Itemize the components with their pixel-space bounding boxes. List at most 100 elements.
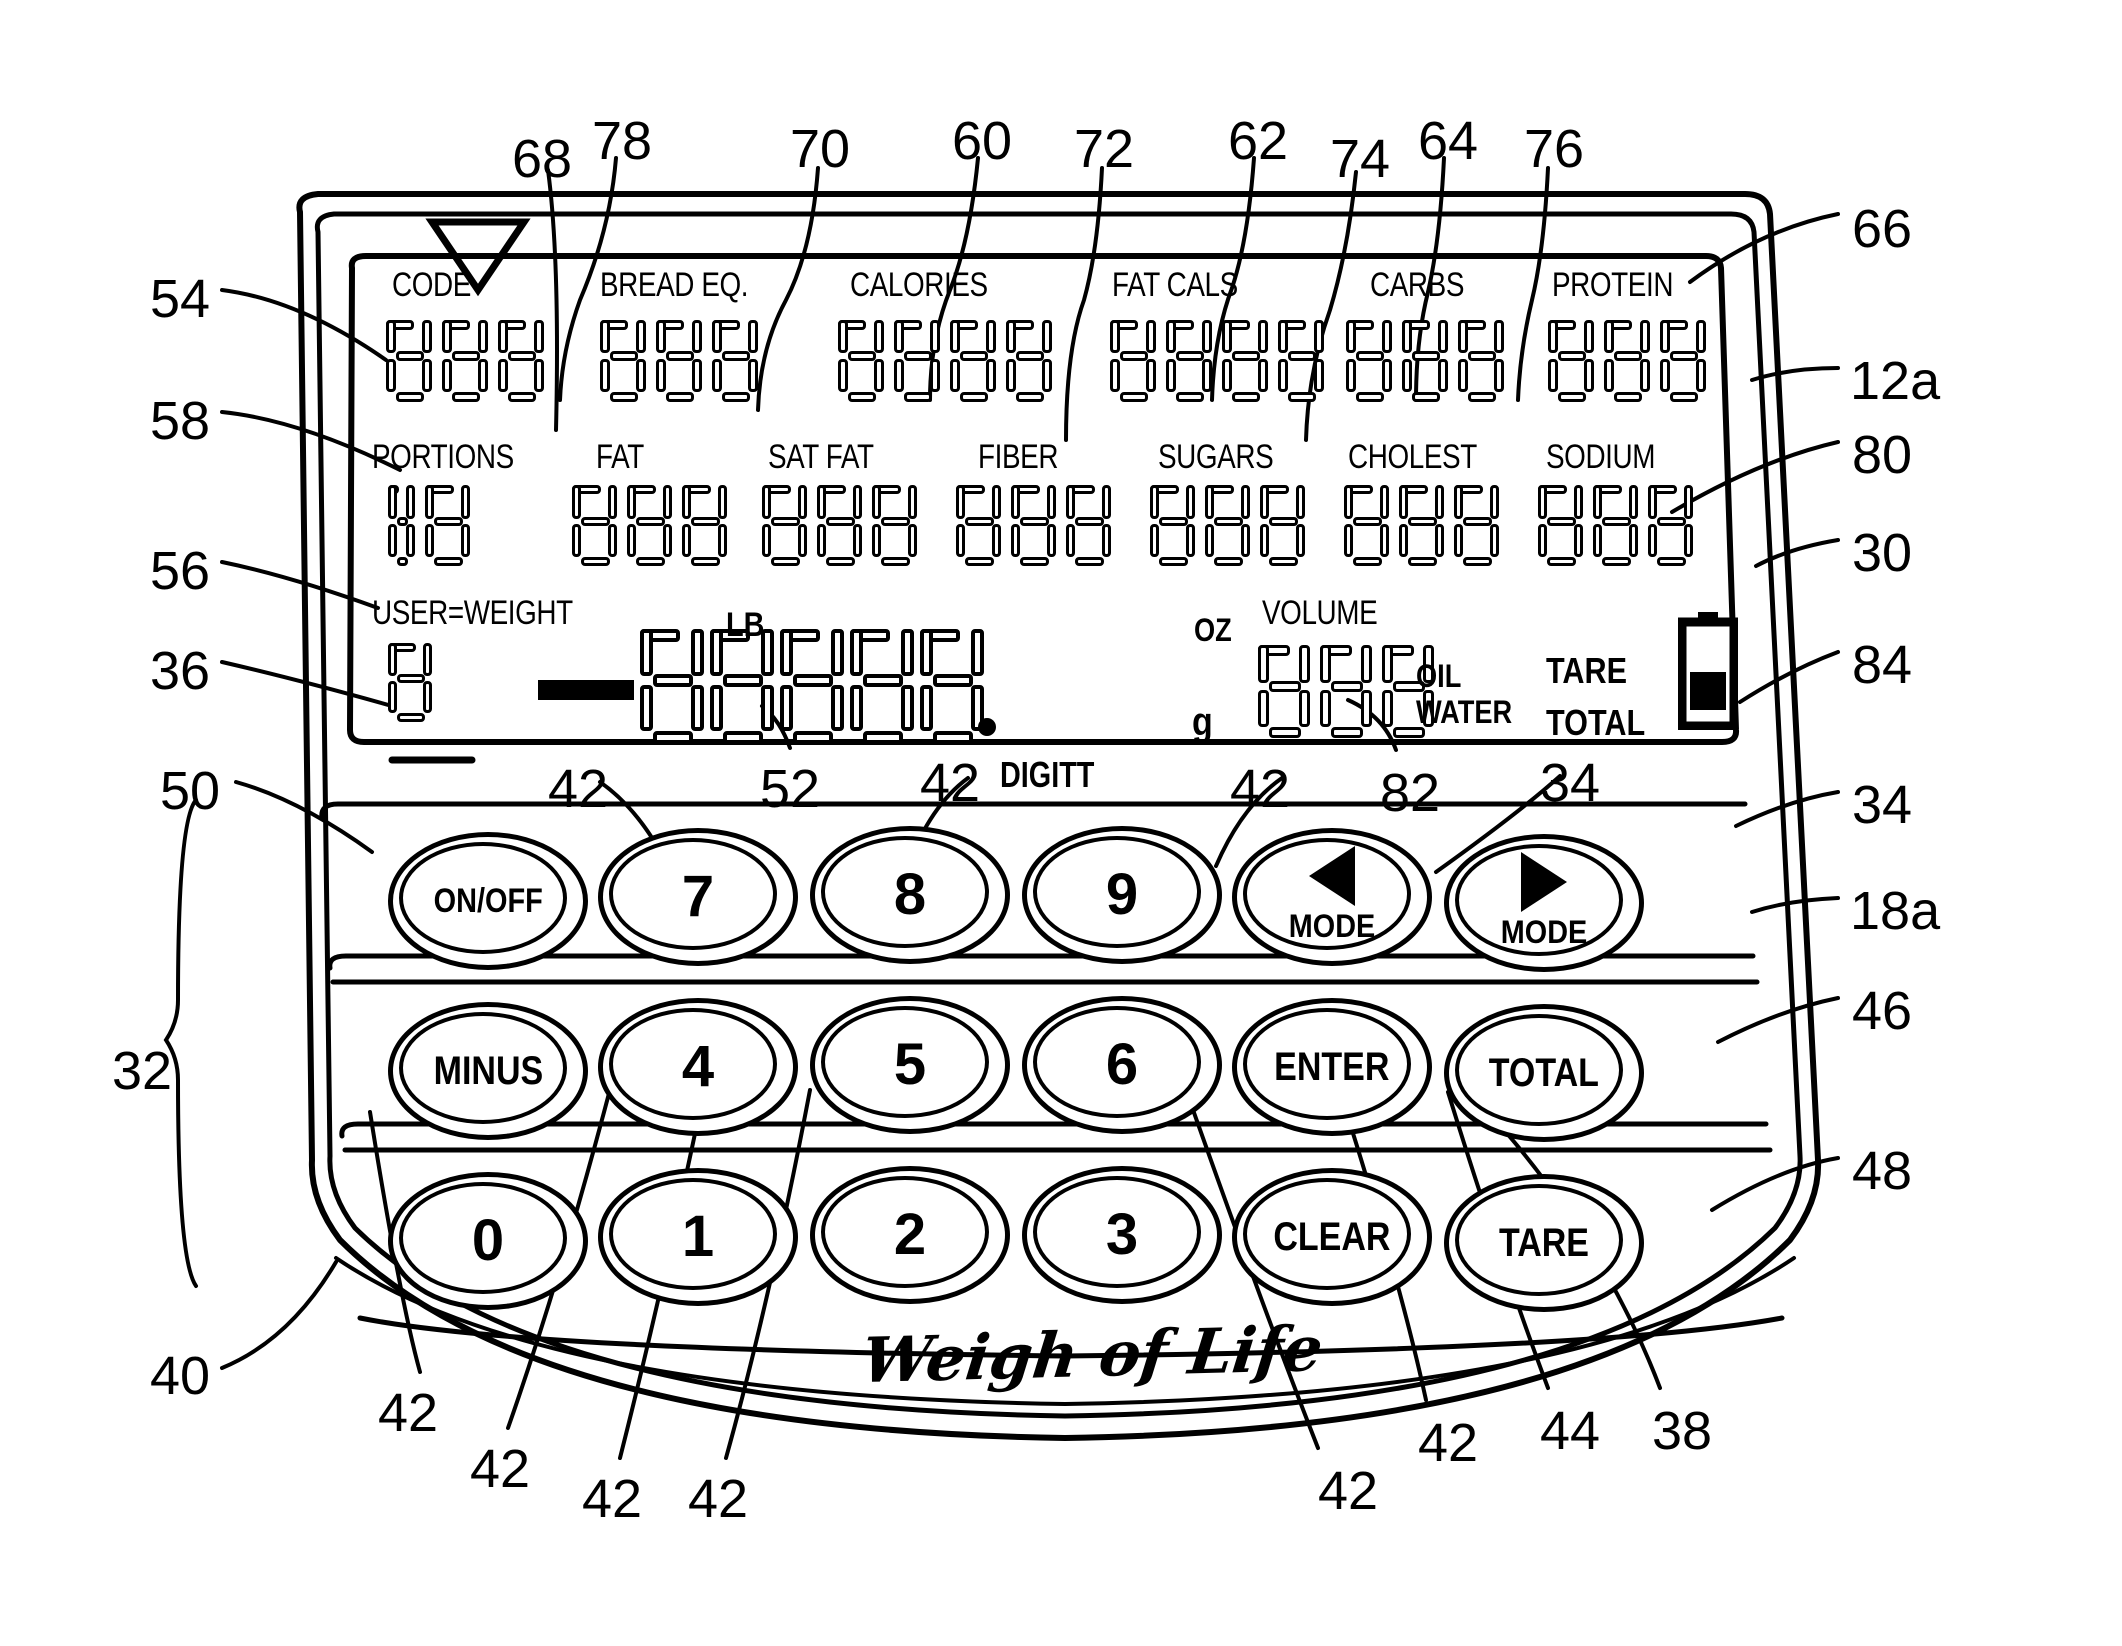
reference-numeral-42: 42 [1230, 759, 1291, 819]
reference-numeral-12a: 12a [1850, 351, 1941, 411]
reference-numeral-58: 58 [150, 391, 211, 451]
segment-e [1150, 524, 1159, 557]
segment-c [1629, 524, 1638, 557]
segment-f [1011, 485, 1020, 519]
segment-f [1258, 645, 1269, 683]
key-nine[interactable]: 9 [1022, 826, 1222, 964]
segment-c [1435, 524, 1444, 557]
segment-e [1258, 690, 1269, 727]
segment-e [1538, 524, 1547, 557]
key-five[interactable]: 5 [810, 996, 1010, 1134]
segment-e [386, 359, 396, 392]
segment-e [1382, 690, 1393, 727]
segment-d [1614, 392, 1642, 402]
seven-segment-digit [572, 476, 617, 566]
lcd-label-fat: FAT [596, 438, 644, 476]
seven-segment-digit [1110, 310, 1156, 402]
segment-d [771, 557, 800, 566]
key-two[interactable]: 2 [810, 1166, 1010, 1304]
segment-f [1399, 485, 1408, 519]
segment-d [1463, 557, 1492, 566]
segment-c [1314, 359, 1324, 392]
reference-numeral-68: 68 [512, 129, 573, 189]
segment-d [452, 392, 480, 402]
segment-e [600, 359, 610, 392]
segment-d [1331, 727, 1363, 738]
key-six[interactable]: 6 [1022, 996, 1222, 1134]
segment-b [831, 629, 844, 676]
seven-segment-digit [762, 476, 807, 566]
segment-g [848, 351, 876, 361]
segment-g [653, 674, 693, 687]
reference-numeral-44: 44 [1540, 1401, 1601, 1461]
key-clear[interactable]: CLEAR [1232, 1168, 1432, 1306]
segment-e [1399, 524, 1408, 557]
segment-b [423, 643, 432, 676]
key-tare[interactable]: TARE [1444, 1174, 1644, 1312]
segment-e [762, 524, 771, 557]
seven-segment-digit [1150, 476, 1195, 566]
key-label: 5 [893, 1032, 927, 1097]
seven-segment-digit [600, 310, 646, 402]
segment-g [1176, 351, 1204, 361]
segment-g [1614, 351, 1642, 361]
segment-c [636, 359, 646, 392]
segment-d [1558, 392, 1586, 402]
key-enter[interactable]: ENTER [1232, 998, 1432, 1136]
segment-c [423, 681, 432, 713]
segment-g [722, 351, 750, 361]
key-total[interactable]: TOTAL [1444, 1004, 1644, 1142]
seven-segment-digit [817, 476, 862, 566]
reference-numeral-34: 34 [1852, 775, 1913, 835]
segment-b [663, 485, 672, 519]
lcd-digits-calories [838, 310, 1062, 402]
reference-numeral-42: 42 [1318, 1461, 1379, 1521]
reference-numeral-66: 66 [1852, 199, 1913, 259]
segment-d [863, 731, 903, 744]
key-label: 7 [681, 864, 715, 929]
segment-c [1296, 524, 1305, 557]
reference-numeral-42: 42 [582, 1469, 643, 1529]
lcd-unit-g: g [1192, 700, 1213, 744]
lcd-label-cholest: CHOLEST [1348, 438, 1477, 476]
segment-d [904, 392, 932, 402]
segment-e [1648, 524, 1657, 557]
segment-f [1346, 320, 1356, 353]
key-mode-right[interactable]: MODE [1444, 834, 1644, 972]
seven-segment-digit [894, 310, 940, 402]
key-three[interactable]: 3 [1022, 1166, 1222, 1304]
key-one[interactable]: 1 [598, 1168, 798, 1306]
lcd-digits-carbs [1346, 310, 1514, 402]
key-label: 2 [893, 1202, 927, 1267]
segment-d [1214, 557, 1243, 566]
segment-f [872, 485, 881, 519]
segment-d [397, 713, 425, 722]
key-eight[interactable]: 8 [810, 826, 1010, 964]
segment-e [1402, 359, 1412, 392]
lcd-label-user-weight: USER=WEIGHT [372, 594, 573, 632]
key-four[interactable]: 4 [598, 998, 798, 1136]
segment-g [691, 517, 720, 526]
segment-e [1344, 524, 1353, 557]
seven-segment-digit [1548, 310, 1594, 402]
segment-c [1584, 359, 1594, 392]
key-mode-left[interactable]: MODE [1232, 828, 1432, 966]
seven-segment-digit [1344, 476, 1389, 566]
key-label: CLEAR [1273, 1215, 1391, 1259]
segment-e [1660, 359, 1670, 392]
segment-g [1408, 517, 1437, 526]
segment-f [572, 485, 581, 519]
key-seven[interactable]: 7 [598, 828, 798, 966]
segment-e [1278, 359, 1288, 392]
key-on-off[interactable]: ON/OFF [388, 832, 588, 970]
segment-e [872, 524, 881, 557]
segment-d [960, 392, 988, 402]
key-label: 9 [1105, 862, 1139, 927]
segment-g [1159, 517, 1188, 526]
key-minus[interactable]: MINUS [388, 1002, 588, 1140]
seven-segment-digit [442, 310, 488, 402]
segment-d [1356, 392, 1384, 402]
segment-b [534, 320, 544, 353]
key-zero[interactable]: 0 [388, 1172, 588, 1310]
lcd-label-fiber: FIBER [978, 438, 1059, 476]
